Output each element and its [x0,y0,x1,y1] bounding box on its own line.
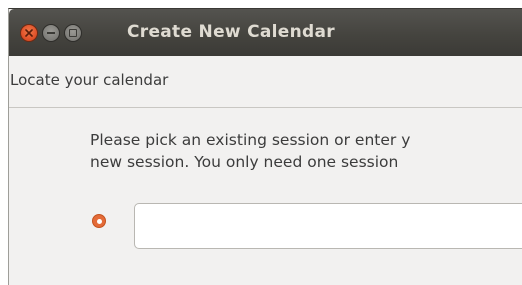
description-text: Please pick an existing session or enter… [90,129,410,173]
description-line-1: Please pick an existing session or enter… [90,131,411,149]
radio-selected-dot [96,218,102,224]
minimize-icon [47,32,55,34]
section-title: Locate your calendar [10,71,169,89]
window-title: Create New Calendar [127,22,335,42]
title-bar[interactable]: Create New Calendar [9,9,522,56]
close-button[interactable] [20,24,38,42]
description-line-2: new session. You only need one session [90,153,399,171]
existing-session-radio[interactable] [92,214,106,228]
session-input[interactable] [134,203,522,249]
section-header: Locate your calendar [9,56,522,108]
close-icon [25,29,33,37]
maximize-icon [69,29,77,37]
dialog-window: Create New Calendar Locate your calendar… [8,8,522,285]
content-area: Please pick an existing session or enter… [9,108,522,285]
minimize-button[interactable] [42,24,60,42]
maximize-button[interactable] [64,24,82,42]
